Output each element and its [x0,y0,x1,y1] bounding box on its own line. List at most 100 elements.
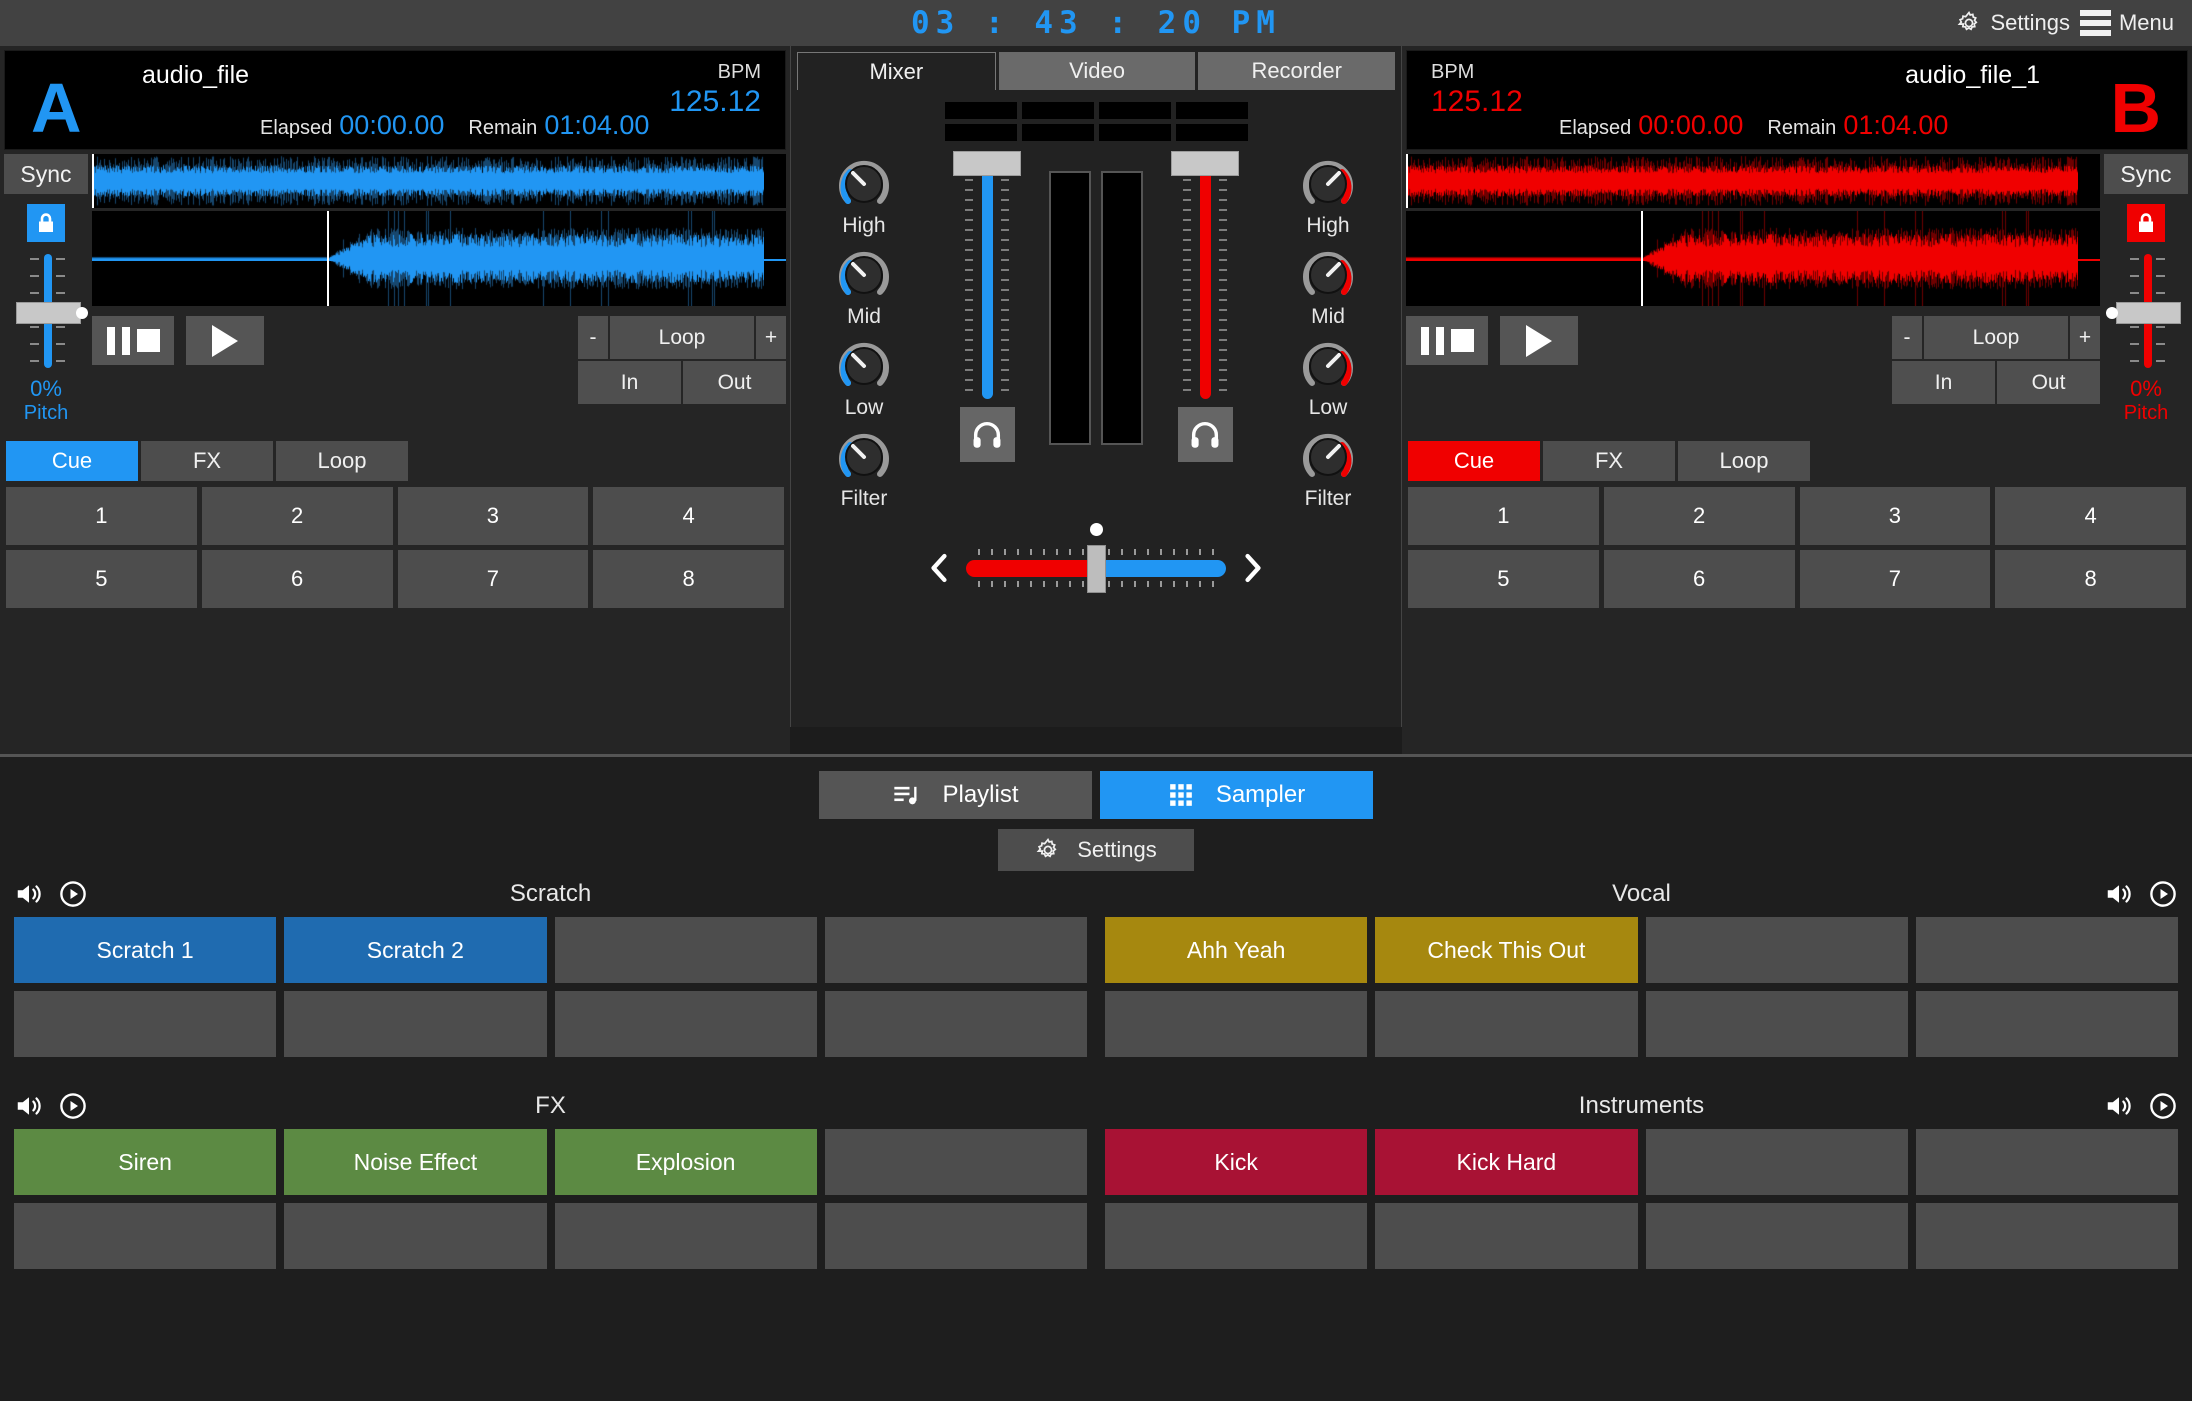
knob-a-filter[interactable]: Filter [833,424,895,511]
play-circle-icon[interactable] [2148,1091,2178,1121]
sampler-pad[interactable] [1916,991,2178,1057]
deck-b-pad-4[interactable]: 4 [1995,487,2186,545]
knob-a-high[interactable]: High [833,151,895,238]
deck-b-pitch-handle[interactable] [2116,302,2181,324]
deck-b-pause-stop-button[interactable] [1406,316,1488,365]
deck-b-tab-cue[interactable]: Cue [1408,441,1540,481]
knob-b-filter[interactable]: Filter [1297,424,1359,511]
deck-a-pad-5[interactable]: 5 [6,550,197,608]
deck-a-tab-loop[interactable]: Loop [276,441,408,481]
sampler-pad[interactable] [1916,1129,2178,1195]
deck-b-pad-8[interactable]: 8 [1995,550,2186,608]
knob-b-mid[interactable]: Mid [1297,242,1359,329]
deck-b-sync-button[interactable]: Sync [2104,154,2188,194]
deck-b-tab-fx[interactable]: FX [1543,441,1675,481]
tab-sampler[interactable]: Sampler [1100,771,1373,819]
deck-b-pad-2[interactable]: 2 [1604,487,1795,545]
sampler-pad[interactable] [284,1203,546,1269]
sampler-pad[interactable] [825,991,1087,1057]
deck-b-waveform-zoom[interactable] [1406,211,2100,306]
deck-a-waveform-zoom[interactable] [92,211,786,306]
sampler-pad[interactable]: Scratch 2 [284,917,546,983]
deck-a-tab-cue[interactable]: Cue [6,441,138,481]
sampler-pad[interactable] [1105,1203,1367,1269]
sampler-pad[interactable] [825,1203,1087,1269]
sampler-pad[interactable] [1916,1203,2178,1269]
chevron-left-icon[interactable] [926,551,952,585]
deck-b-pad-1[interactable]: 1 [1408,487,1599,545]
deck-a-sync-button[interactable]: Sync [4,154,88,194]
sampler-pad[interactable] [825,917,1087,983]
deck-b-volume-fader[interactable] [1169,151,1241,401]
speaker-icon[interactable] [14,1091,44,1121]
deck-b-loop-in-button[interactable]: In [1892,361,1995,404]
settings-button[interactable]: Settings [1956,10,2070,36]
sampler-pad[interactable] [1105,991,1367,1057]
sampler-pad[interactable]: Noise Effect [284,1129,546,1195]
knob-a-mid[interactable]: Mid [833,242,895,329]
sampler-pad[interactable] [14,991,276,1057]
deck-a-loop-button[interactable]: Loop [610,316,754,359]
menu-button[interactable]: Menu [2080,10,2174,36]
sampler-pad[interactable] [1916,917,2178,983]
deck-a-tab-fx[interactable]: FX [141,441,273,481]
deck-a-cue-headphones-button[interactable] [960,407,1015,462]
tab-mixer[interactable]: Mixer [797,52,996,90]
deck-a-pad-4[interactable]: 4 [593,487,784,545]
deck-a-pause-stop-button[interactable] [92,316,174,365]
sampler-pad[interactable] [555,917,817,983]
deck-a-play-button[interactable] [186,316,264,365]
deck-b-cue-headphones-button[interactable] [1178,407,1233,462]
deck-a-pad-6[interactable]: 6 [202,550,393,608]
deck-b-loop-minus-button[interactable]: - [1892,316,1922,359]
deck-b-key-lock-button[interactable] [2127,204,2165,242]
deck-a-pad-7[interactable]: 7 [398,550,589,608]
tab-video[interactable]: Video [999,52,1196,90]
sampler-pad[interactable]: Kick [1105,1129,1367,1195]
sampler-pad[interactable]: Check This Out [1375,917,1637,983]
deck-a-pad-1[interactable]: 1 [6,487,197,545]
deck-a-loop-out-button[interactable]: Out [683,361,786,404]
knob-b-high[interactable]: High [1297,151,1359,238]
sampler-settings-button[interactable]: Settings [998,829,1194,871]
crossfader[interactable] [966,539,1226,597]
tab-playlist[interactable]: Playlist [819,771,1092,819]
deck-a-loop-in-button[interactable]: In [578,361,681,404]
chevron-right-icon[interactable] [1240,551,1266,585]
sampler-pad[interactable]: Explosion [555,1129,817,1195]
sampler-pad[interactable]: Scratch 1 [14,917,276,983]
sampler-pad[interactable] [555,1203,817,1269]
deck-a-pad-8[interactable]: 8 [593,550,784,608]
speaker-icon[interactable] [2104,879,2134,909]
deck-b-volume-handle[interactable] [1171,151,1239,176]
deck-a-volume-handle[interactable] [953,151,1021,176]
sampler-pad[interactable] [1646,991,1908,1057]
deck-a-pad-3[interactable]: 3 [398,487,589,545]
deck-b-loop-plus-button[interactable]: + [2070,316,2100,359]
deck-a-pitch-handle[interactable] [16,302,81,324]
sampler-pad[interactable] [1375,991,1637,1057]
sampler-pad[interactable] [825,1129,1087,1195]
deck-a-pitch-fader[interactable] [4,250,88,372]
deck-b-waveform-overview[interactable] [1406,154,2100,208]
deck-a-waveform-overview[interactable] [92,154,786,208]
deck-a-loop-minus-button[interactable]: - [578,316,608,359]
sampler-pad[interactable]: Ahh Yeah [1105,917,1367,983]
deck-a-volume-fader[interactable] [951,151,1023,401]
deck-b-pad-5[interactable]: 5 [1408,550,1599,608]
sampler-pad[interactable] [284,991,546,1057]
knob-b-low[interactable]: Low [1297,333,1359,420]
deck-b-pad-3[interactable]: 3 [1800,487,1991,545]
deck-b-play-button[interactable] [1500,316,1578,365]
play-circle-icon[interactable] [58,879,88,909]
sampler-pad[interactable] [1646,1203,1908,1269]
deck-b-loop-out-button[interactable]: Out [1997,361,2100,404]
deck-a-pad-2[interactable]: 2 [202,487,393,545]
sampler-pad[interactable] [555,991,817,1057]
sampler-pad[interactable] [1646,917,1908,983]
deck-b-pad-7[interactable]: 7 [1800,550,1991,608]
sampler-pad[interactable] [1646,1129,1908,1195]
sampler-pad[interactable] [14,1203,276,1269]
knob-a-low[interactable]: Low [833,333,895,420]
sampler-pad[interactable] [1375,1203,1637,1269]
